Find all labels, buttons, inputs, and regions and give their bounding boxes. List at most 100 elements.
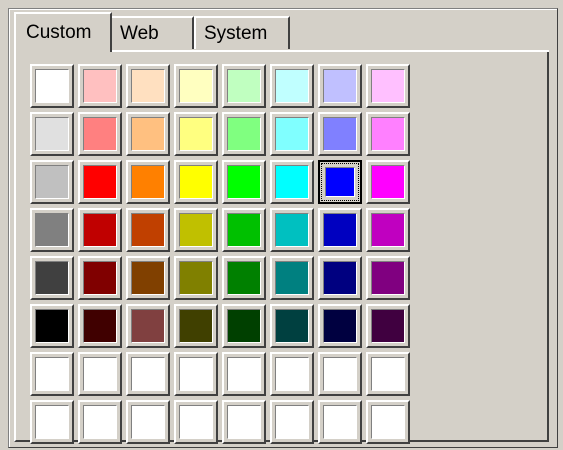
color-swatch[interactable] bbox=[366, 256, 410, 300]
color-swatch-fill bbox=[35, 69, 69, 103]
color-swatch[interactable] bbox=[366, 64, 410, 108]
color-swatch[interactable] bbox=[270, 256, 314, 300]
color-swatch-fill bbox=[83, 405, 117, 439]
color-swatch[interactable] bbox=[174, 160, 218, 204]
color-swatch[interactable] bbox=[366, 160, 410, 204]
color-swatch[interactable] bbox=[270, 352, 314, 396]
color-swatch[interactable] bbox=[318, 304, 362, 348]
color-swatch[interactable] bbox=[222, 256, 266, 300]
color-swatch[interactable] bbox=[222, 400, 266, 444]
color-swatch[interactable] bbox=[78, 352, 122, 396]
color-swatch[interactable] bbox=[270, 112, 314, 156]
color-swatch-fill bbox=[323, 405, 357, 439]
color-swatch[interactable] bbox=[366, 304, 410, 348]
color-swatch[interactable] bbox=[366, 352, 410, 396]
color-swatch[interactable] bbox=[174, 304, 218, 348]
tab-web-label: Web bbox=[120, 22, 159, 44]
color-swatch[interactable] bbox=[222, 112, 266, 156]
color-swatch-fill bbox=[371, 357, 405, 391]
tab-panel-custom bbox=[14, 52, 549, 444]
color-swatch[interactable] bbox=[126, 208, 170, 252]
color-swatch-fill bbox=[179, 261, 213, 295]
color-swatch[interactable] bbox=[318, 208, 362, 252]
color-swatch-fill bbox=[83, 213, 117, 247]
color-swatch[interactable] bbox=[78, 112, 122, 156]
color-swatch[interactable] bbox=[366, 112, 410, 156]
color-swatch-fill bbox=[83, 69, 117, 103]
color-swatch[interactable] bbox=[30, 160, 74, 204]
tab-web[interactable]: Web bbox=[110, 16, 194, 49]
color-swatch-fill bbox=[131, 117, 165, 151]
color-swatch-fill bbox=[275, 213, 309, 247]
color-swatch[interactable] bbox=[78, 160, 122, 204]
color-swatch[interactable] bbox=[318, 112, 362, 156]
color-swatch-fill bbox=[179, 117, 213, 151]
color-swatch[interactable] bbox=[174, 352, 218, 396]
color-swatch[interactable] bbox=[78, 304, 122, 348]
color-swatch-fill bbox=[131, 213, 165, 247]
color-swatch[interactable] bbox=[174, 112, 218, 156]
color-swatch-fill bbox=[179, 213, 213, 247]
color-swatch[interactable] bbox=[270, 160, 314, 204]
color-swatch-fill bbox=[227, 405, 261, 439]
color-swatch-fill bbox=[323, 261, 357, 295]
color-swatch[interactable] bbox=[318, 400, 362, 444]
color-swatch[interactable] bbox=[78, 64, 122, 108]
color-swatch-fill bbox=[323, 357, 357, 391]
color-swatch[interactable] bbox=[318, 64, 362, 108]
color-swatch[interactable] bbox=[30, 400, 74, 444]
color-swatch[interactable] bbox=[174, 400, 218, 444]
color-swatch[interactable] bbox=[174, 256, 218, 300]
color-swatch[interactable] bbox=[30, 208, 74, 252]
color-swatch[interactable] bbox=[30, 112, 74, 156]
color-swatch[interactable] bbox=[318, 160, 362, 204]
color-swatch-fill bbox=[227, 69, 261, 103]
color-swatch[interactable] bbox=[30, 304, 74, 348]
color-swatch[interactable] bbox=[270, 64, 314, 108]
color-swatch[interactable] bbox=[366, 208, 410, 252]
color-swatch[interactable] bbox=[78, 256, 122, 300]
color-swatch[interactable] bbox=[126, 256, 170, 300]
color-swatch[interactable] bbox=[30, 64, 74, 108]
color-swatch[interactable] bbox=[126, 64, 170, 108]
color-swatch-fill bbox=[35, 261, 69, 295]
color-swatch-fill bbox=[35, 213, 69, 247]
color-swatch-fill bbox=[179, 405, 213, 439]
tab-custom-label: Custom bbox=[26, 22, 92, 43]
color-swatch-fill bbox=[35, 309, 69, 343]
color-swatch[interactable] bbox=[78, 208, 122, 252]
color-swatch-fill bbox=[131, 165, 165, 199]
color-swatch-fill bbox=[371, 165, 405, 199]
color-swatch[interactable] bbox=[126, 352, 170, 396]
color-swatch-fill bbox=[371, 69, 405, 103]
color-swatch[interactable] bbox=[78, 400, 122, 444]
color-swatch-fill bbox=[371, 117, 405, 151]
color-swatch-fill bbox=[325, 167, 355, 197]
color-swatch[interactable] bbox=[222, 208, 266, 252]
color-swatch[interactable] bbox=[222, 304, 266, 348]
color-swatch-fill bbox=[179, 309, 213, 343]
color-swatch[interactable] bbox=[270, 400, 314, 444]
color-swatch-fill bbox=[83, 261, 117, 295]
color-swatch[interactable] bbox=[126, 304, 170, 348]
color-swatch-fill bbox=[227, 261, 261, 295]
color-swatch[interactable] bbox=[318, 256, 362, 300]
color-swatch[interactable] bbox=[174, 208, 218, 252]
color-swatch[interactable] bbox=[270, 208, 314, 252]
color-swatch-fill bbox=[323, 69, 357, 103]
color-swatch[interactable] bbox=[270, 304, 314, 348]
color-swatch[interactable] bbox=[126, 400, 170, 444]
color-swatch[interactable] bbox=[222, 352, 266, 396]
tab-system[interactable]: System bbox=[194, 16, 290, 49]
tab-custom[interactable]: Custom bbox=[14, 12, 112, 52]
color-swatch-fill bbox=[83, 117, 117, 151]
color-swatch[interactable] bbox=[318, 352, 362, 396]
color-swatch[interactable] bbox=[222, 64, 266, 108]
color-swatch[interactable] bbox=[126, 112, 170, 156]
color-swatch[interactable] bbox=[222, 160, 266, 204]
color-swatch[interactable] bbox=[126, 160, 170, 204]
color-swatch[interactable] bbox=[174, 64, 218, 108]
color-swatch[interactable] bbox=[30, 352, 74, 396]
color-swatch[interactable] bbox=[30, 256, 74, 300]
color-swatch[interactable] bbox=[366, 400, 410, 444]
